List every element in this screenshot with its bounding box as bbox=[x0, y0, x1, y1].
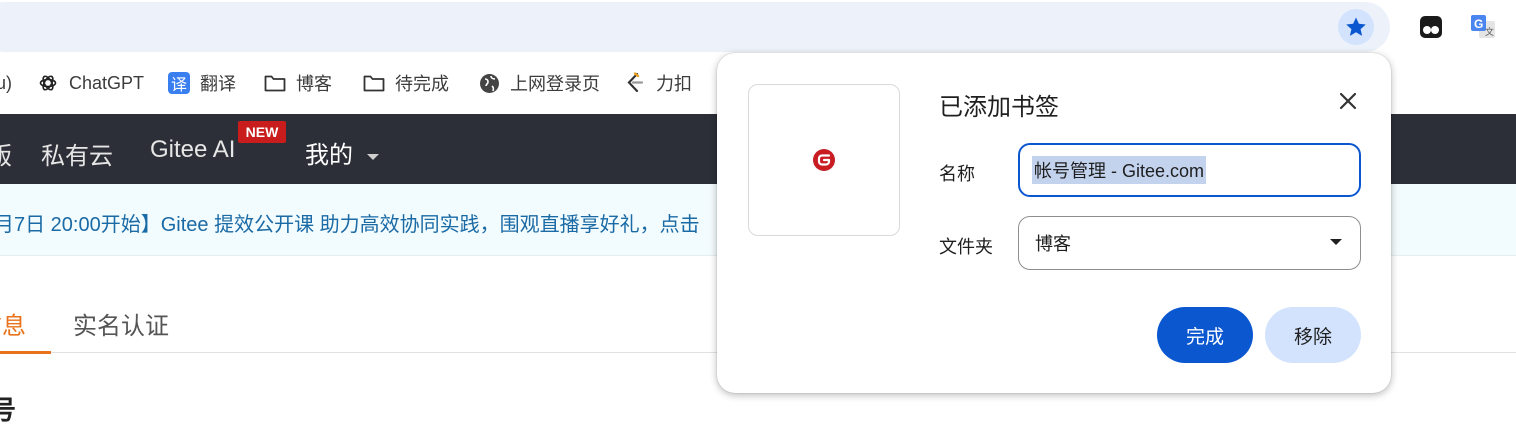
translate-icon: 译 bbox=[168, 72, 190, 94]
new-badge: NEW bbox=[238, 121, 286, 143]
bookmark-label: 翻译 bbox=[200, 74, 236, 94]
dialog-title: 已添加书签 bbox=[939, 94, 1059, 121]
bookmark-label: ChatGPT bbox=[69, 72, 145, 93]
gitee-logo-icon bbox=[813, 149, 835, 171]
browser-toolbar: G 文 bbox=[0, 0, 1516, 58]
folder-select[interactable]: 博客 bbox=[1018, 216, 1361, 270]
bookmark-favicon-preview bbox=[748, 84, 900, 236]
leetcode-icon bbox=[624, 72, 646, 94]
google-translate-extension-icon[interactable]: G 文 bbox=[1469, 13, 1497, 41]
bookmark-item-translate[interactable]: 译 翻译 bbox=[168, 70, 236, 96]
bookmark-label: 待完成 bbox=[395, 74, 449, 94]
bookmark-name-input[interactable]: 帐号管理 - Gitee.com bbox=[1018, 143, 1361, 197]
bookmark-label: 力扣 bbox=[656, 74, 692, 94]
bookmark-item-truncated[interactable]: u) bbox=[0, 70, 12, 96]
tab-info[interactable]: 信息 bbox=[0, 306, 26, 341]
globe-icon bbox=[478, 72, 500, 94]
chevron-down-icon bbox=[366, 153, 379, 160]
bookmark-item-leetcode[interactable]: 力扣 bbox=[624, 70, 692, 96]
tampermonkey-extension-icon[interactable] bbox=[1417, 13, 1445, 41]
bookmark-folder-todo[interactable]: 待完成 bbox=[363, 70, 449, 96]
nav-item-mine[interactable]: 我的 bbox=[305, 135, 380, 170]
remove-button[interactable]: 移除 bbox=[1265, 307, 1361, 363]
dropdown-caret-icon bbox=[1330, 239, 1342, 245]
bookmark-label: u) bbox=[0, 72, 13, 93]
active-tab-indicator bbox=[0, 351, 51, 354]
name-label: 名称 bbox=[939, 164, 975, 184]
bookmark-item-login-page[interactable]: 上网登录页 bbox=[478, 70, 600, 96]
close-button[interactable] bbox=[1334, 87, 1362, 115]
bookmark-label: 上网登录页 bbox=[510, 74, 600, 94]
folder-icon bbox=[363, 72, 385, 94]
nav-item-truncated[interactable]: 版 bbox=[0, 136, 12, 171]
folder-label: 文件夹 bbox=[939, 237, 993, 257]
folder-icon bbox=[264, 72, 286, 94]
bookmark-added-dialog: 已添加书签 名称 帐号管理 - Gitee.com 文件夹 博客 完成 移除 bbox=[717, 53, 1391, 393]
svg-text:G: G bbox=[1474, 17, 1483, 31]
openai-icon bbox=[37, 72, 59, 94]
bookmark-folder-blog[interactable]: 博客 bbox=[264, 70, 332, 96]
bookmark-item-chatgpt[interactable]: ChatGPT bbox=[37, 70, 144, 96]
banner-text: 月7日 20:00开始】Gitee 提效公开课 助力高效协同实践，围观直播享好礼… bbox=[0, 214, 700, 236]
svg-text:文: 文 bbox=[1485, 26, 1494, 38]
close-icon bbox=[1339, 92, 1357, 110]
tab-real-name-verification[interactable]: 实名认证 bbox=[73, 306, 169, 341]
bookmark-name-value: 帐号管理 - Gitee.com bbox=[1032, 156, 1207, 184]
star-filled-icon bbox=[1346, 17, 1366, 36]
nav-item-private-cloud[interactable]: 私有云 bbox=[41, 136, 113, 171]
bookmark-star-button[interactable] bbox=[1338, 9, 1374, 45]
section-title: 号 bbox=[0, 395, 17, 425]
address-bar[interactable] bbox=[0, 2, 1390, 52]
nav-item-gitee-ai[interactable]: Gitee AI bbox=[150, 136, 235, 164]
bookmark-label: 博客 bbox=[296, 74, 332, 94]
done-button[interactable]: 完成 bbox=[1157, 307, 1253, 363]
folder-value: 博客 bbox=[1035, 234, 1071, 254]
